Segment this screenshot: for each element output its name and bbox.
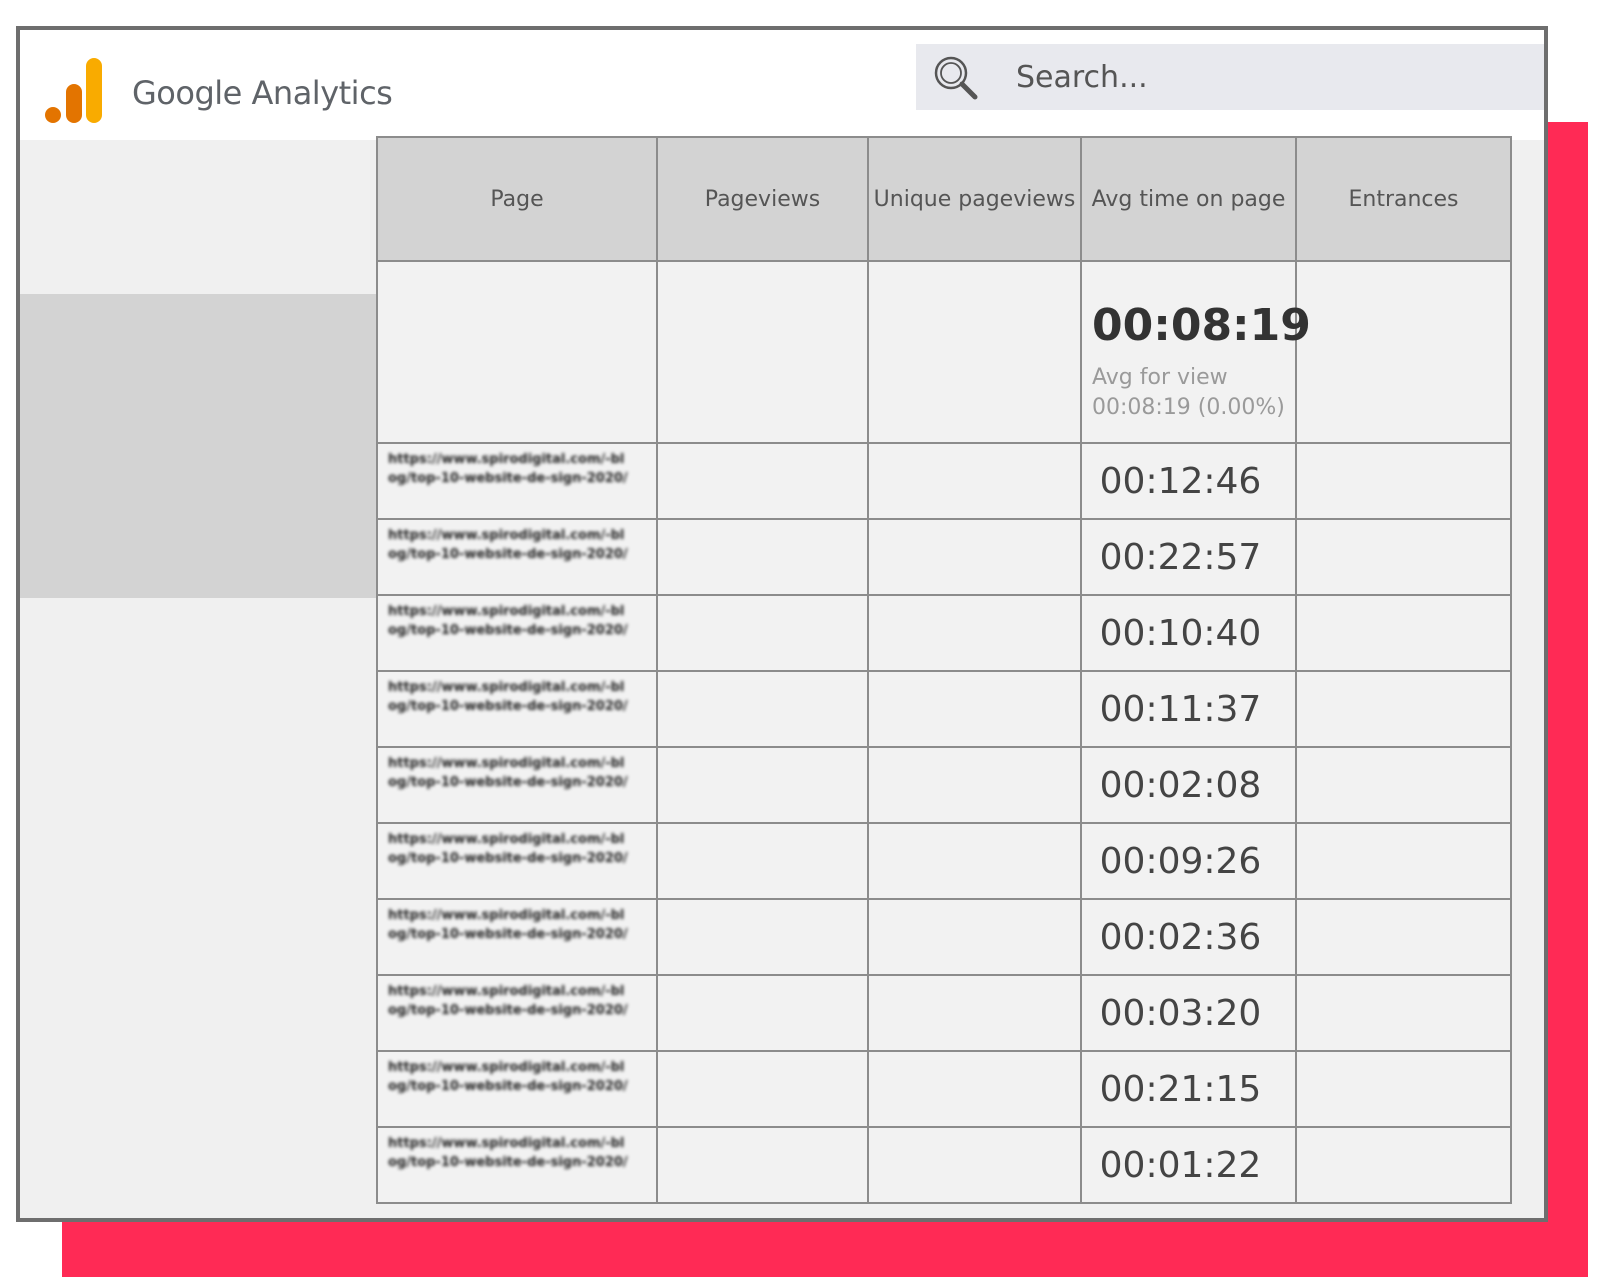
report-table: Page Pageviews Unique pageviews Avg time… xyxy=(376,136,1512,1204)
summary-avg-time: 00:08:19 xyxy=(1092,300,1311,351)
avg-time-cell: 00:22:57 xyxy=(1080,518,1297,596)
pageviews-cell xyxy=(656,1126,869,1204)
entrances-cell xyxy=(1295,974,1512,1052)
entrances-cell xyxy=(1295,442,1512,520)
google-analytics-bars-icon xyxy=(45,58,102,123)
page-cell: https://www.spirodigital.com/-blog/top-1… xyxy=(376,746,658,824)
page-cell: https://www.spirodigital.com/-blog/top-1… xyxy=(376,1126,658,1204)
table-row[interactable]: https://www.spirodigital.com/-blog/top-1… xyxy=(376,1126,1512,1204)
entrances-cell xyxy=(1295,898,1512,976)
search-input[interactable] xyxy=(1014,58,1518,96)
avg-time-cell: 00:11:37 xyxy=(1080,670,1297,748)
summary-cell-unique xyxy=(867,260,1082,444)
pageviews-cell xyxy=(656,1050,869,1128)
page-cell: https://www.spirodigital.com/-blog/top-1… xyxy=(376,670,658,748)
pageviews-cell xyxy=(656,442,869,520)
pageviews-cell xyxy=(656,822,869,900)
entrances-cell xyxy=(1295,822,1512,900)
table-row[interactable]: https://www.spirodigital.com/-blog/top-1… xyxy=(376,898,1512,976)
page-link[interactable]: https://www.spirodigital.com/-blog/top-1… xyxy=(388,830,628,868)
unique-pageviews-cell xyxy=(867,670,1082,748)
column-header-entrances[interactable]: Entrances xyxy=(1295,136,1512,262)
table-header-row: Page Pageviews Unique pageviews Avg time… xyxy=(376,136,1512,262)
page-link[interactable]: https://www.spirodigital.com/-blog/top-1… xyxy=(388,906,628,944)
unique-pageviews-cell xyxy=(867,1126,1082,1204)
table-row[interactable]: https://www.spirodigital.com/-blog/top-1… xyxy=(376,518,1512,596)
unique-pageviews-cell xyxy=(867,746,1082,824)
avg-time-cell: 00:10:40 xyxy=(1080,594,1297,672)
column-header-avg-time[interactable]: Avg time on page xyxy=(1080,136,1297,262)
summary-cell-avg-time: 00:08:19 Avg for view 00:08:19 (0.00%) xyxy=(1080,260,1311,444)
sidebar-selected-item[interactable] xyxy=(20,294,376,598)
app-title: Google Analytics xyxy=(132,74,393,112)
entrances-cell xyxy=(1295,1050,1512,1128)
page-cell: https://www.spirodigital.com/-blog/top-1… xyxy=(376,898,658,976)
avg-time-cell: 00:03:20 xyxy=(1080,974,1297,1052)
page-link[interactable]: https://www.spirodigital.com/-blog/top-1… xyxy=(388,526,628,564)
entrances-cell xyxy=(1295,670,1512,748)
summary-avg-sub: 00:08:19 (0.00%) xyxy=(1092,395,1285,420)
table-row[interactable]: https://www.spirodigital.com/-blog/top-1… xyxy=(376,594,1512,672)
table-row[interactable]: https://www.spirodigital.com/-blog/top-1… xyxy=(376,974,1512,1052)
unique-pageviews-cell xyxy=(867,898,1082,976)
analytics-window: Google Analytics Page Pageviews Unique p… xyxy=(16,26,1548,1222)
page-link[interactable]: https://www.spirodigital.com/-blog/top-1… xyxy=(388,754,628,792)
page-cell: https://www.spirodigital.com/-blog/top-1… xyxy=(376,974,658,1052)
table-row[interactable]: https://www.spirodigital.com/-blog/top-1… xyxy=(376,822,1512,900)
summary-cell-page xyxy=(376,260,658,444)
page-cell: https://www.spirodigital.com/-blog/top-1… xyxy=(376,822,658,900)
page-link[interactable]: https://www.spirodigital.com/-blog/top-1… xyxy=(388,1134,628,1172)
page-link[interactable]: https://www.spirodigital.com/-blog/top-1… xyxy=(388,1058,628,1096)
avg-time-cell: 00:02:08 xyxy=(1080,746,1297,824)
page-link[interactable]: https://www.spirodigital.com/-blog/top-1… xyxy=(388,982,628,1020)
avg-time-cell: 00:01:22 xyxy=(1080,1126,1297,1204)
table-row[interactable]: https://www.spirodigital.com/-blog/top-1… xyxy=(376,1050,1512,1128)
sidebar xyxy=(20,140,376,1218)
app-header: Google Analytics xyxy=(20,30,1544,140)
avg-time-cell: 00:02:36 xyxy=(1080,898,1297,976)
pageviews-cell xyxy=(656,974,869,1052)
avg-time-cell: 00:12:46 xyxy=(1080,442,1297,520)
avg-time-cell: 00:09:26 xyxy=(1080,822,1297,900)
unique-pageviews-cell xyxy=(867,442,1082,520)
page-link[interactable]: https://www.spirodigital.com/-blog/top-1… xyxy=(388,602,628,640)
page-link[interactable]: https://www.spirodigital.com/-blog/top-1… xyxy=(388,450,628,488)
unique-pageviews-cell xyxy=(867,1050,1082,1128)
page-cell: https://www.spirodigital.com/-blog/top-1… xyxy=(376,1050,658,1128)
entrances-cell xyxy=(1295,518,1512,596)
summary-cell-entrances xyxy=(1295,260,1512,444)
search-icon xyxy=(934,56,978,100)
summary-row: 00:08:19 Avg for view 00:08:19 (0.00%) xyxy=(376,260,1512,444)
table-row[interactable]: https://www.spirodigital.com/-blog/top-1… xyxy=(376,670,1512,748)
pageviews-cell xyxy=(656,594,869,672)
page-cell: https://www.spirodigital.com/-blog/top-1… xyxy=(376,594,658,672)
page-cell: https://www.spirodigital.com/-blog/top-1… xyxy=(376,518,658,596)
summary-cell-pageviews xyxy=(656,260,869,444)
entrances-cell xyxy=(1295,594,1512,672)
pageviews-cell xyxy=(656,670,869,748)
column-header-unique-pageviews[interactable]: Unique pageviews xyxy=(867,136,1082,262)
unique-pageviews-cell xyxy=(867,594,1082,672)
unique-pageviews-cell xyxy=(867,518,1082,596)
column-header-pageviews[interactable]: Pageviews xyxy=(656,136,869,262)
table-row[interactable]: https://www.spirodigital.com/-blog/top-1… xyxy=(376,442,1512,520)
avg-time-cell: 00:21:15 xyxy=(1080,1050,1297,1128)
entrances-cell xyxy=(1295,1126,1512,1204)
pageviews-cell xyxy=(656,518,869,596)
column-header-page[interactable]: Page xyxy=(376,136,658,262)
summary-avg-label: Avg for view xyxy=(1092,365,1228,390)
page-link[interactable]: https://www.spirodigital.com/-blog/top-1… xyxy=(388,678,628,716)
unique-pageviews-cell xyxy=(867,822,1082,900)
table-row[interactable]: https://www.spirodigital.com/-blog/top-1… xyxy=(376,746,1512,824)
pageviews-cell xyxy=(656,898,869,976)
search-bar[interactable] xyxy=(916,44,1544,110)
pageviews-cell xyxy=(656,746,869,824)
unique-pageviews-cell xyxy=(867,974,1082,1052)
entrances-cell xyxy=(1295,746,1512,824)
page-cell: https://www.spirodigital.com/-blog/top-1… xyxy=(376,442,658,520)
